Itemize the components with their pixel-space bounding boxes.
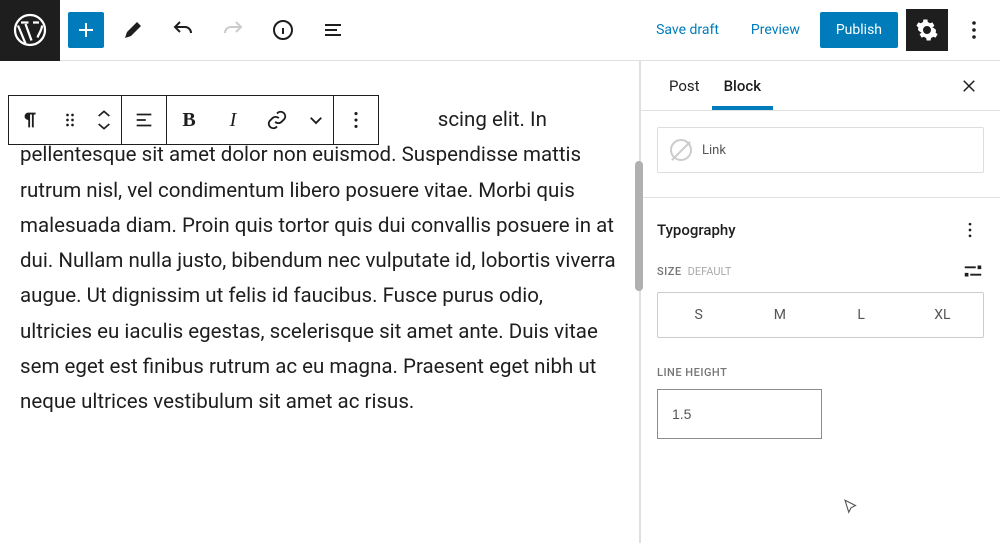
chevron-down-icon: [96, 121, 112, 131]
redo-button: [212, 9, 254, 51]
typography-options-button[interactable]: [956, 216, 984, 244]
italic-icon: I: [230, 109, 237, 132]
drag-icon: [60, 110, 80, 130]
link-color-label: Link: [702, 143, 726, 158]
size-option-l[interactable]: L: [821, 293, 902, 337]
typography-panel-header: Typography: [657, 216, 984, 244]
undo-icon: [171, 18, 195, 42]
redo-icon: [221, 18, 245, 42]
size-button-group: S M L XL: [657, 292, 984, 338]
wordpress-logo[interactable]: [0, 0, 60, 61]
plus-icon: [74, 18, 98, 42]
more-menu-button[interactable]: [956, 12, 992, 48]
color-link-row[interactable]: Link: [657, 127, 984, 173]
main-area: B I Lorem ipsum dolor sit amet, consecte…: [0, 61, 1000, 543]
scrollbar-thumb[interactable]: [635, 161, 643, 291]
settings-button[interactable]: [906, 9, 948, 51]
line-height-label: Line Height: [657, 366, 984, 379]
paragraph-icon: [20, 109, 42, 131]
tab-post[interactable]: Post: [657, 61, 712, 110]
top-left-tools: [68, 9, 354, 51]
wordpress-icon: [12, 12, 48, 48]
size-default-label: Default: [688, 265, 732, 278]
drag-handle[interactable]: [53, 96, 87, 144]
add-block-button[interactable]: [68, 12, 104, 48]
editor-column: B I Lorem ipsum dolor sit amet, consecte…: [0, 61, 639, 543]
paragraph-block-button[interactable]: [9, 96, 53, 144]
sidebar-tabs: Post Block: [641, 61, 1000, 111]
tools-button[interactable]: [112, 9, 154, 51]
no-color-icon: [670, 139, 692, 161]
preview-button[interactable]: Preview: [739, 14, 812, 46]
kebab-icon: [960, 220, 980, 240]
bold-icon: B: [182, 109, 195, 132]
list-view-icon: [321, 18, 345, 42]
block-toolbar: B I: [8, 95, 379, 145]
top-right-tools: Save draft Preview Publish: [644, 9, 992, 51]
more-rich-text-button[interactable]: [299, 96, 333, 144]
size-label: Size: [657, 265, 682, 278]
link-icon: [266, 109, 288, 131]
block-more-options[interactable]: [334, 96, 378, 144]
settings-sidebar: Post Block Link Typography Size Default: [640, 61, 1000, 543]
gear-icon: [915, 18, 939, 42]
italic-button[interactable]: I: [211, 96, 255, 144]
pencil-icon: [121, 18, 145, 42]
tab-block[interactable]: Block: [712, 61, 773, 110]
info-icon: [271, 18, 295, 42]
line-height-input[interactable]: [657, 389, 822, 439]
undo-button[interactable]: [162, 9, 204, 51]
size-header: Size Default: [657, 260, 984, 282]
close-icon: [960, 77, 978, 95]
sidebar-body: Link Typography Size Default S M L: [641, 111, 1000, 455]
chevron-down-icon: [307, 111, 325, 129]
chevron-up-icon: [96, 109, 112, 119]
move-buttons[interactable]: [87, 96, 121, 144]
size-settings-button[interactable]: [962, 260, 984, 282]
typography-title: Typography: [657, 221, 736, 239]
top-toolbar: Save draft Preview Publish: [0, 0, 1000, 61]
size-option-m[interactable]: M: [739, 293, 820, 337]
link-button[interactable]: [255, 96, 299, 144]
sliders-icon: [962, 260, 984, 282]
align-button[interactable]: [122, 96, 166, 144]
close-sidebar-button[interactable]: [954, 71, 984, 101]
publish-button[interactable]: Publish: [820, 12, 898, 48]
size-option-s[interactable]: S: [658, 293, 739, 337]
kebab-icon: [345, 109, 367, 131]
info-button[interactable]: [262, 9, 304, 51]
outline-button[interactable]: [312, 9, 354, 51]
kebab-icon: [962, 18, 986, 42]
bold-button[interactable]: B: [167, 96, 211, 144]
save-draft-button[interactable]: Save draft: [644, 14, 731, 46]
size-option-xl[interactable]: XL: [902, 293, 983, 337]
sidebar-divider: [639, 61, 640, 543]
align-left-icon: [133, 109, 155, 131]
